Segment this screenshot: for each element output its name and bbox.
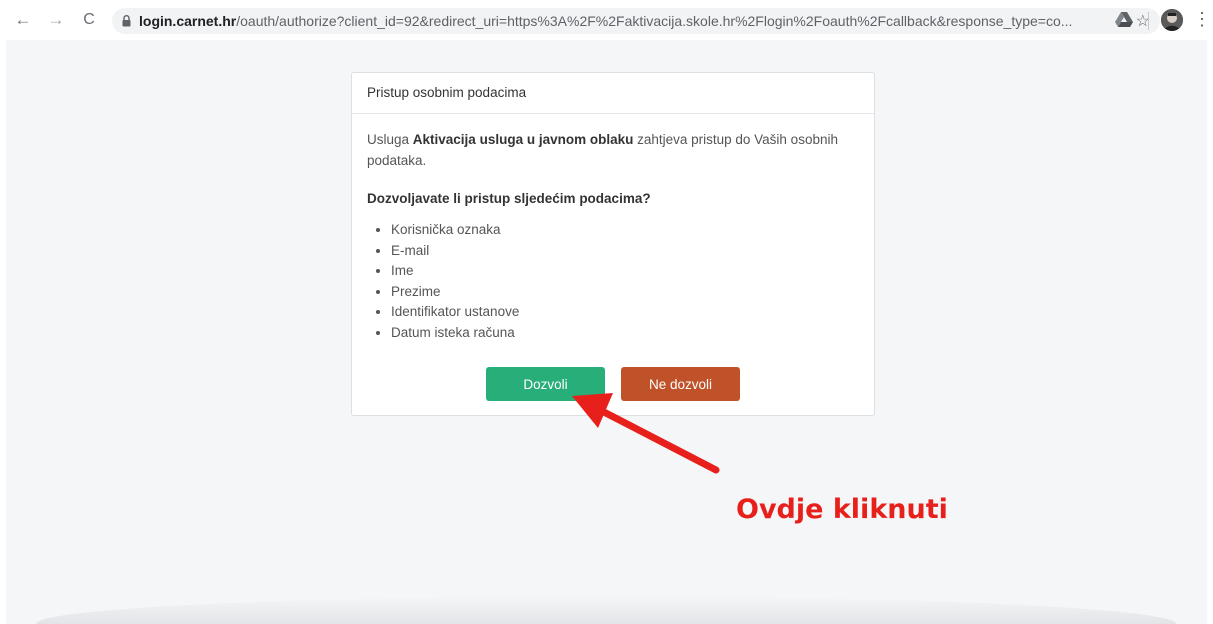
card-body: Usluga Aktivacija usluga u javnom oblaku… [352, 114, 874, 343]
url-path: /oauth/authorize?client_id=92&redirect_u… [236, 13, 1073, 29]
intro-text: Usluga Aktivacija usluga u javnom oblaku… [367, 129, 859, 171]
url-host: login.carnet.hr [139, 13, 237, 29]
avatar[interactable] [1161, 9, 1183, 31]
reload-icon[interactable]: C [78, 9, 100, 31]
toolbar-separator [1148, 12, 1149, 30]
forward-arrow-icon[interactable]: → [45, 9, 67, 31]
intro-prefix: Usluga [367, 132, 413, 147]
list-item: E-mail [391, 241, 859, 262]
service-name: Aktivacija usluga u javnom oblaku [412, 132, 634, 147]
list-item: Korisnička oznaka [391, 220, 859, 241]
list-item: Identifikator ustanove [391, 302, 859, 323]
lock-icon [122, 15, 131, 27]
card-title: Pristup osobnim podacima [352, 73, 874, 114]
annotation-label: Ovdje kliknuti [736, 494, 948, 525]
requested-fields-list: Korisnička oznaka E-mail Ime Prezime Ide… [367, 220, 859, 343]
list-item: Datum isteka računa [391, 323, 859, 344]
list-item: Prezime [391, 282, 859, 303]
address-bar[interactable]: login.carnet.hr/oauth/authorize?client_i… [112, 8, 1160, 34]
browser-toolbar: ← → C login.carnet.hr/oauth/authorize?cl… [0, 0, 1213, 40]
consent-question: Dozvoljavate li pristup sljedećim podaci… [367, 191, 651, 206]
allow-button[interactable]: Dozvoli [486, 367, 605, 401]
card-actions: Dozvoli Ne dozvoli [352, 367, 876, 401]
consent-card: Pristup osobnim podacima Usluga Aktivaci… [351, 72, 875, 416]
drive-extension-icon[interactable] [1115, 11, 1133, 32]
back-arrow-icon[interactable]: ← [12, 9, 34, 31]
deny-button[interactable]: Ne dozvoli [621, 367, 740, 401]
list-item: Ime [391, 261, 859, 282]
more-vert-icon[interactable]: ⋮ [1193, 9, 1211, 29]
